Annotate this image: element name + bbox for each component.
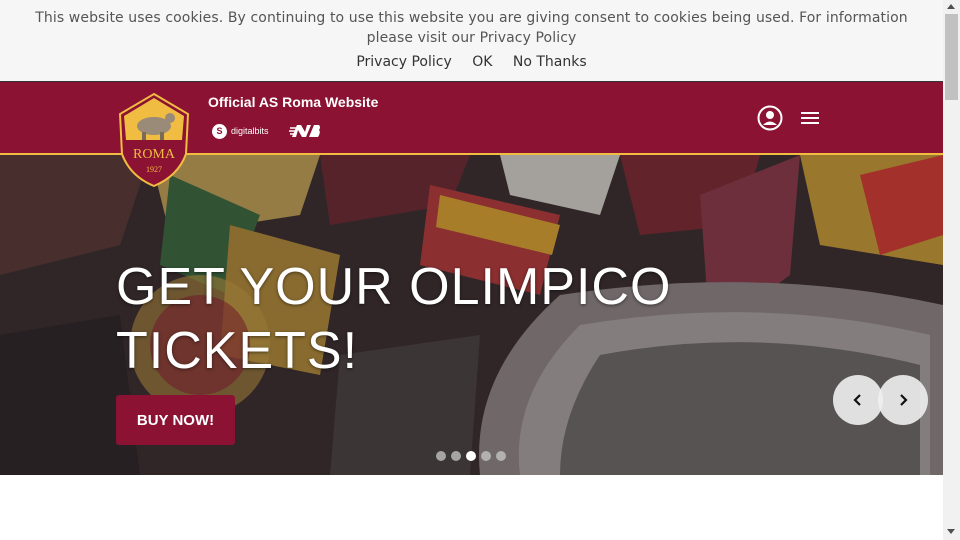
carousel-dot-3-active[interactable] [466, 451, 476, 461]
cookie-message: This website uses cookies. By continuing… [35, 10, 908, 46]
sponsor-logos: S digitalbits [212, 122, 321, 140]
hero-title-line2: TICKETS! [116, 322, 359, 380]
carousel-dot-5[interactable] [496, 451, 506, 461]
carousel-next-button[interactable] [878, 375, 928, 425]
cookie-ok-button[interactable]: OK [472, 54, 492, 70]
page-scrollbar[interactable] [943, 0, 960, 540]
buy-now-button[interactable]: BUY NOW! [116, 395, 235, 445]
as-roma-crest-logo[interactable]: ROMA 1927 [116, 92, 192, 188]
site-header: ROMA 1927 Official AS Roma Website S dig… [0, 82, 943, 188]
carousel-dot-1[interactable] [436, 451, 446, 461]
digitalbits-icon: S [212, 123, 227, 139]
hero-title: GET YOUR OLIMPICO TICKETS! [116, 255, 671, 383]
scroll-up-arrow-icon[interactable] [947, 4, 955, 9]
scroll-down-arrow-icon[interactable] [947, 529, 955, 534]
crest-text: ROMA [133, 147, 176, 162]
cookie-no-thanks-button[interactable]: No Thanks [513, 54, 587, 70]
user-icon[interactable] [757, 105, 783, 131]
carousel-prev-button[interactable] [833, 375, 883, 425]
new-balance-icon[interactable] [288, 122, 321, 140]
hero-carousel: GET YOUR OLIMPICO TICKETS! BUY NOW! [0, 155, 943, 475]
chevron-right-icon [900, 394, 908, 406]
chevron-left-icon [853, 394, 861, 406]
carousel-dot-4[interactable] [481, 451, 491, 461]
hero-title-line1: GET YOUR OLIMPICO [116, 258, 672, 316]
sponsor-digitalbits[interactable]: S digitalbits [212, 123, 269, 139]
cookie-actions: Privacy Policy OK No Thanks [0, 54, 943, 70]
crest-year: 1927 [146, 165, 162, 174]
scroll-thumb[interactable] [945, 14, 958, 100]
hamburger-menu-icon[interactable] [801, 110, 819, 126]
site-title: Official AS Roma Website [208, 94, 379, 110]
carousel-dot-2[interactable] [451, 451, 461, 461]
sponsor-digitalbits-label: digitalbits [231, 126, 269, 136]
cookie-consent-bar: This website uses cookies. By continuing… [0, 0, 943, 82]
carousel-indicators [436, 451, 506, 461]
privacy-policy-link[interactable]: Privacy Policy [356, 54, 451, 70]
